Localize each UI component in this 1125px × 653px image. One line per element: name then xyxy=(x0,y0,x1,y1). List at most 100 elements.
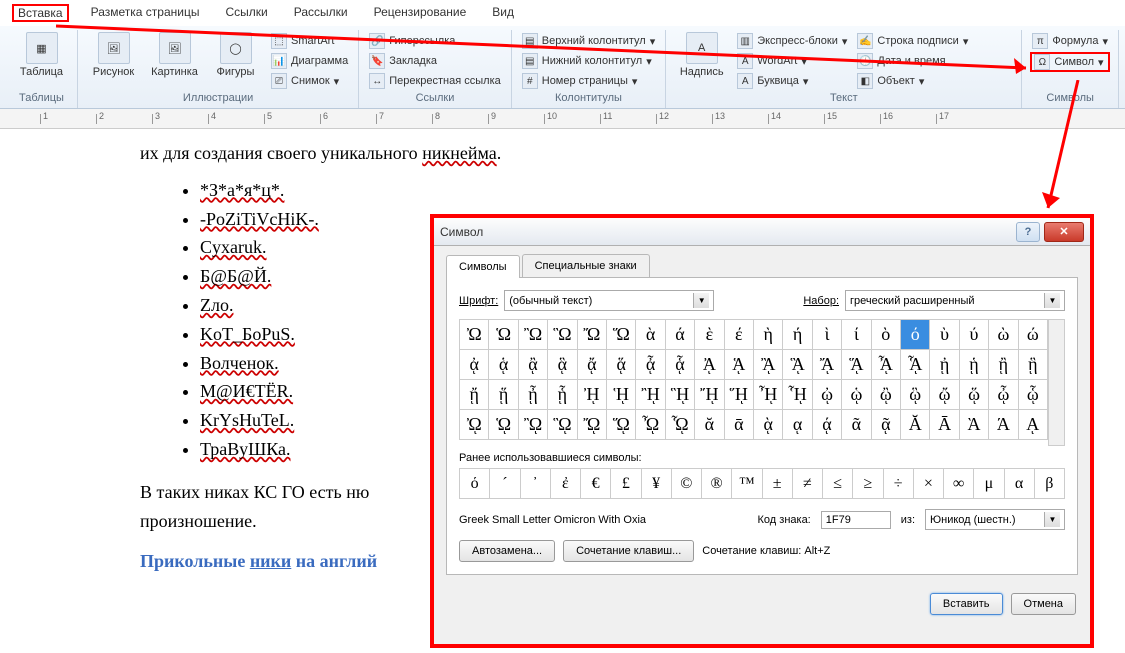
recent-cell[interactable]: £ xyxy=(611,469,641,499)
dialog-close-button[interactable]: ✕ xyxy=(1044,222,1084,242)
char-cell[interactable]: ᾊ xyxy=(754,350,783,380)
dropcap-button[interactable]: AБуквица ▾ xyxy=(735,72,849,90)
char-cell[interactable]: ᾤ xyxy=(930,380,959,410)
recent-cell[interactable]: μ xyxy=(974,469,1004,499)
hyperlink-button[interactable]: 🔗Гиперссылка xyxy=(367,32,503,50)
pagenum-button[interactable]: #Номер страницы ▾ xyxy=(520,72,657,90)
char-cell[interactable]: Ὣ xyxy=(548,320,577,350)
header-button[interactable]: ▤Верхний колонтитул ▾ xyxy=(520,32,657,50)
char-cell[interactable]: ὼ xyxy=(989,320,1018,350)
char-cell[interactable]: ᾠ xyxy=(813,380,842,410)
cancel-button[interactable]: Отмена xyxy=(1011,593,1076,615)
font-select[interactable]: (обычный текст)▼ xyxy=(504,290,714,311)
char-cell[interactable]: ᾴ xyxy=(813,410,842,440)
insert-button[interactable]: Вставить xyxy=(930,593,1003,615)
char-cell[interactable]: ᾙ xyxy=(607,380,636,410)
char-cell[interactable]: ᾌ xyxy=(813,350,842,380)
char-cell[interactable]: ὲ xyxy=(695,320,724,350)
char-cell[interactable]: ᾞ xyxy=(754,380,783,410)
smartart-button[interactable]: ⬚SmartArt xyxy=(269,32,350,50)
char-cell[interactable]: ὴ xyxy=(754,320,783,350)
char-cell[interactable]: ᾓ xyxy=(1019,350,1048,380)
scrollbar[interactable] xyxy=(1048,319,1065,446)
dialog-help-button[interactable]: ? xyxy=(1016,222,1040,242)
char-cell[interactable]: ᾎ xyxy=(872,350,901,380)
char-cell[interactable]: Ὠ xyxy=(460,320,489,350)
picture-button[interactable]: 🖼Рисунок xyxy=(86,32,141,90)
recent-cell[interactable]: ≥ xyxy=(853,469,883,499)
recent-cell[interactable]: € xyxy=(581,469,611,499)
char-cell[interactable]: ᾱ xyxy=(725,410,754,440)
textbox-button[interactable]: AНадпись xyxy=(674,32,729,90)
char-cell[interactable]: ὶ xyxy=(813,320,842,350)
clipart-button[interactable]: 🖼Картинка xyxy=(147,32,202,90)
char-cell[interactable]: ά xyxy=(666,320,695,350)
char-cell[interactable]: ᾕ xyxy=(489,380,518,410)
bookmark-button[interactable]: 🔖Закладка xyxy=(367,52,503,70)
equation-button[interactable]: πФормула ▾ xyxy=(1030,32,1110,50)
menu-view[interactable]: Вид xyxy=(488,4,518,22)
char-cell[interactable]: ᾅ xyxy=(607,350,636,380)
char-cell[interactable]: ᾜ xyxy=(695,380,724,410)
char-cell[interactable]: ᾐ xyxy=(930,350,959,380)
char-cell[interactable]: ᾧ xyxy=(1019,380,1048,410)
char-cell[interactable]: ό xyxy=(901,320,930,350)
char-cell[interactable]: ᾟ xyxy=(783,380,812,410)
char-cell[interactable]: ᾁ xyxy=(489,350,518,380)
recent-cell[interactable]: ™ xyxy=(732,469,762,499)
char-cell[interactable]: ᾥ xyxy=(960,380,989,410)
set-select[interactable]: греческий расширенный▼ xyxy=(845,290,1065,311)
symbol-button[interactable]: ΩСимвол ▾ xyxy=(1030,52,1110,72)
char-cell[interactable]: Ὢ xyxy=(519,320,548,350)
code-input[interactable] xyxy=(821,511,891,529)
autocorrect-button[interactable]: Автозамена... xyxy=(459,540,555,562)
char-cell[interactable]: ᾉ xyxy=(725,350,754,380)
shapes-button[interactable]: ◯Фигуры xyxy=(208,32,263,90)
char-cell[interactable]: ί xyxy=(842,320,871,350)
char-cell[interactable]: ᾔ xyxy=(460,380,489,410)
char-cell[interactable]: ᾲ xyxy=(754,410,783,440)
recent-cell[interactable]: ® xyxy=(702,469,732,499)
menu-mailings[interactable]: Рассылки xyxy=(290,4,352,22)
recent-cell[interactable]: ό xyxy=(460,469,490,499)
char-cell[interactable]: Ᾱ xyxy=(930,410,959,440)
char-cell[interactable]: ᾨ xyxy=(460,410,489,440)
screenshot-button[interactable]: ⎚Снимок ▾ xyxy=(269,72,350,90)
char-cell[interactable]: ᾣ xyxy=(901,380,930,410)
char-cell[interactable]: ᾷ xyxy=(872,410,901,440)
recent-cell[interactable]: ≤ xyxy=(823,469,853,499)
char-cell[interactable]: ᾝ xyxy=(725,380,754,410)
char-cell[interactable]: ᾩ xyxy=(489,410,518,440)
char-cell[interactable]: ᾪ xyxy=(519,410,548,440)
crossref-button[interactable]: ↔Перекрестная ссылка xyxy=(367,72,503,90)
char-cell[interactable]: ᾑ xyxy=(960,350,989,380)
char-cell[interactable]: ᾰ xyxy=(695,410,724,440)
char-cell[interactable]: ᾗ xyxy=(548,380,577,410)
menu-insert[interactable]: Вставка xyxy=(12,4,69,22)
char-cell[interactable]: ᾒ xyxy=(989,350,1018,380)
char-cell[interactable]: Ὰ xyxy=(960,410,989,440)
char-cell[interactable]: ὸ xyxy=(872,320,901,350)
char-cell[interactable]: Ᾰ xyxy=(901,410,930,440)
char-cell[interactable]: ᾏ xyxy=(901,350,930,380)
recent-cell[interactable]: ἐ xyxy=(551,469,581,499)
recent-cell[interactable]: × xyxy=(914,469,944,499)
recent-cell[interactable]: ´ xyxy=(490,469,520,499)
char-cell[interactable]: ᾆ xyxy=(636,350,665,380)
char-cell[interactable]: ᾍ xyxy=(842,350,871,380)
menu-references[interactable]: Ссылки xyxy=(221,4,271,22)
footer-button[interactable]: ▤Нижний колонтитул ▾ xyxy=(520,52,657,70)
char-cell[interactable]: ώ xyxy=(1019,320,1048,350)
char-cell[interactable]: Ὡ xyxy=(489,320,518,350)
recent-cell[interactable]: β xyxy=(1035,469,1065,499)
recent-cell[interactable]: © xyxy=(672,469,702,499)
char-cell[interactable]: ᾋ xyxy=(783,350,812,380)
char-cell[interactable]: ᾳ xyxy=(783,410,812,440)
char-cell[interactable]: ᾚ xyxy=(636,380,665,410)
char-cell[interactable]: ᾇ xyxy=(666,350,695,380)
char-cell[interactable]: ὺ xyxy=(930,320,959,350)
char-cell[interactable]: ᾮ xyxy=(636,410,665,440)
recent-cell[interactable]: ∞ xyxy=(944,469,974,499)
tab-symbols[interactable]: Символы xyxy=(446,255,520,278)
char-cell[interactable]: ᾈ xyxy=(695,350,724,380)
